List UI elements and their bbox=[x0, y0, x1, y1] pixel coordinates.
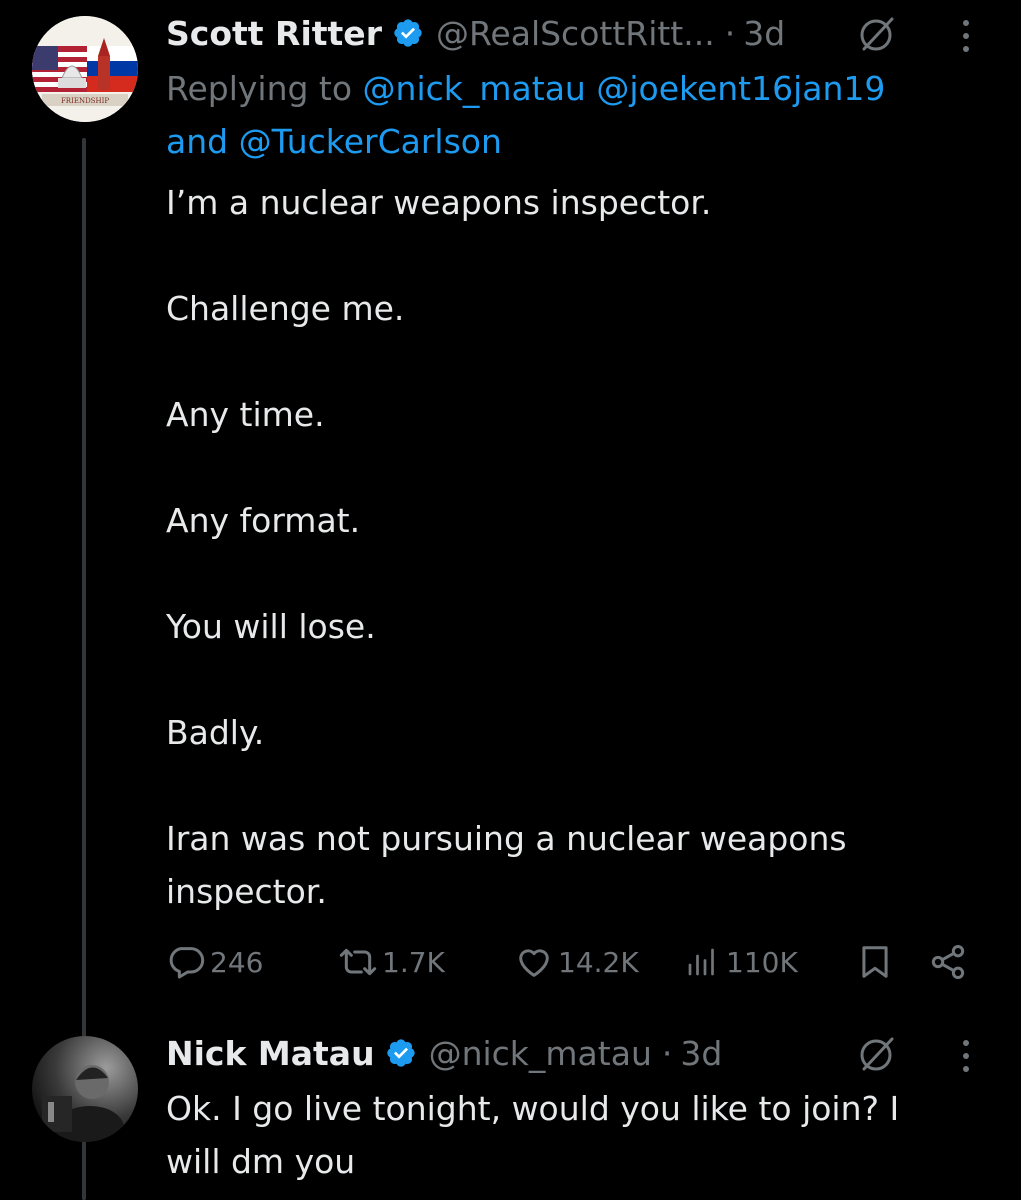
mention-nick-matau[interactable]: @nick_matau bbox=[363, 69, 586, 108]
more-options-icon[interactable] bbox=[958, 18, 974, 54]
mention-and: and bbox=[166, 122, 229, 161]
tweet-body: I’m a nuclear weapons inspector. Challen… bbox=[166, 183, 847, 911]
verified-badge-icon bbox=[392, 17, 424, 49]
handle[interactable]: @RealScottRitt... bbox=[436, 14, 715, 53]
share-button[interactable] bbox=[928, 940, 968, 984]
views-button[interactable]: 110K bbox=[684, 940, 798, 984]
repost-button[interactable]: 1.7K bbox=[336, 940, 445, 984]
like-count: 14.2K bbox=[558, 945, 639, 979]
replying-prefix: Replying to bbox=[166, 69, 353, 108]
verified-badge-icon bbox=[385, 1037, 417, 1069]
mention-joekent16jan19[interactable]: @joekent16jan19 bbox=[596, 69, 885, 108]
display-name-2[interactable]: Nick Matau bbox=[166, 1034, 375, 1073]
avatar-scott-ritter[interactable]: FRIENDSHIP bbox=[32, 16, 138, 122]
grok-icon[interactable] bbox=[856, 13, 898, 55]
separator-dot-2: · bbox=[661, 1033, 673, 1073]
repost-count: 1.7K bbox=[382, 945, 445, 979]
thread-connector-line-2 bbox=[82, 1158, 86, 1200]
avatar-nick-matau[interactable] bbox=[32, 1036, 138, 1142]
flag-collage-avatar-icon: FRIENDSHIP bbox=[32, 16, 138, 122]
separator-dot: · bbox=[724, 13, 736, 53]
timestamp-2[interactable]: 3d bbox=[680, 1034, 722, 1073]
bookmark-icon bbox=[856, 942, 894, 982]
like-icon bbox=[514, 942, 554, 982]
tweet-header-2: Nick Matau @nick_matau · 3d bbox=[166, 1030, 722, 1076]
display-name[interactable]: Scott Ritter bbox=[166, 14, 382, 53]
views-count: 110K bbox=[726, 945, 798, 979]
repost-icon bbox=[336, 942, 380, 982]
tweet-body-2: Ok. I go live tonight, would you like to… bbox=[166, 1089, 900, 1181]
replying-to: Replying to @nick_matau @joekent16jan19 … bbox=[166, 62, 986, 168]
tweet-header: Scott Ritter @RealScottRitt... · 3d bbox=[166, 10, 785, 56]
reply-icon bbox=[166, 942, 206, 982]
grok-icon[interactable] bbox=[856, 1033, 898, 1075]
person-photo-avatar-icon bbox=[32, 1036, 138, 1142]
like-button[interactable]: 14.2K bbox=[514, 940, 639, 984]
mention-tuckercarlson[interactable]: @TuckerCarlson bbox=[239, 122, 502, 161]
handle-2[interactable]: @nick_matau bbox=[429, 1034, 652, 1073]
reply-button[interactable]: 246 bbox=[166, 940, 263, 984]
reply-count: 246 bbox=[210, 945, 264, 979]
share-icon bbox=[928, 942, 968, 982]
views-icon bbox=[684, 942, 720, 982]
bookmark-button[interactable] bbox=[856, 940, 894, 984]
more-options-icon[interactable] bbox=[958, 1038, 974, 1074]
timestamp[interactable]: 3d bbox=[743, 14, 785, 53]
svg-text:FRIENDSHIP: FRIENDSHIP bbox=[61, 97, 109, 105]
